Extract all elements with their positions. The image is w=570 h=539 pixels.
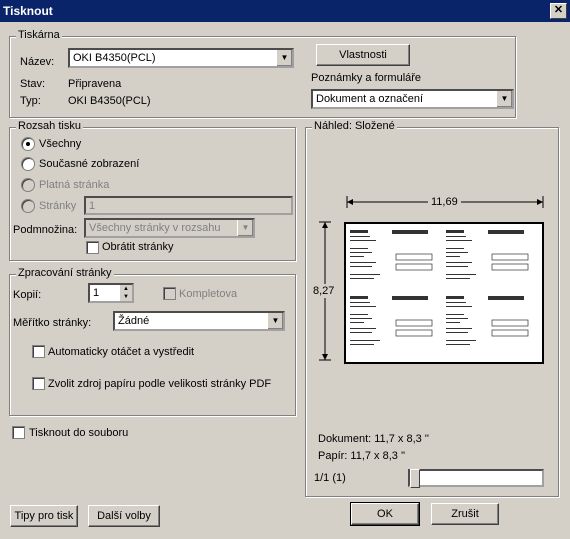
page-handling-legend: Zpracování stránky [16,267,114,279]
page-slider-track[interactable] [408,469,544,488]
page-slider-thumb[interactable] [410,469,420,488]
collate-label: Kompletova [179,288,238,300]
printer-name-select[interactable]: OKI B4350(PCL) ▼ [68,48,294,68]
scaling-select[interactable]: Žádné ▼ [113,311,285,331]
copies-input[interactable]: 1 ▲ ▼ [88,283,134,303]
printer-status-label: Stav: [20,78,46,90]
properties-button[interactable]: Vlastnosti [316,44,410,66]
title-bar: Tisknout ✕ [0,0,570,22]
notes-value: Dokument a označení [316,93,424,105]
subset-select: Všechny stránky v rozsahu ▼ [84,218,255,238]
radio-all-label[interactable]: Všechny [39,138,81,150]
spinner-down-icon[interactable]: ▼ [120,293,132,301]
radio-current-view-label[interactable]: Současné zobrazení [39,158,139,170]
scaling-label: Měřítko stránky: [13,317,92,329]
page-handling-group: Zpracování stránky [9,267,296,416]
more-options-button[interactable]: Další volby [88,505,160,527]
reverse-pages-label[interactable]: Obrátit stránky [102,241,174,253]
preview-legend: Náhled: Složené [312,120,397,132]
radio-all[interactable] [21,137,35,151]
auto-rotate-label[interactable]: Automaticky otáčet a vystředit [48,346,194,358]
subset-value: Všechny stránky v rozsahu [89,222,221,234]
notes-select[interactable]: Dokument a označení ▼ [311,89,514,109]
cancel-button[interactable]: Zrušit [431,503,499,525]
printer-name-label: Název: [20,56,55,68]
copies-value: 1 [93,287,100,299]
scaling-value: Žádné [118,315,150,327]
printer-name-value: OKI B4350(PCL) [73,52,156,64]
collate-checkbox [163,287,176,300]
spinner-up-icon[interactable]: ▲ [120,285,132,293]
page-counter: 1/1 (1) [314,472,346,484]
radio-current-page-label: Platná stránka [39,179,110,191]
chevron-down-icon: ▼ [237,220,253,236]
chevron-down-icon: ▼ [276,50,292,66]
auto-rotate-checkbox[interactable] [32,345,45,358]
radio-pages-label: Stránky [39,200,77,212]
radio-current-page [21,178,35,192]
copies-label: Kopií: [13,289,42,301]
chevron-down-icon: ▼ [267,313,283,329]
window-title: Tisknout [3,4,53,18]
radio-selected-dot [26,142,30,146]
radio-pages [21,199,35,213]
preview-page-content [350,230,529,345]
print-to-file-label[interactable]: Tisknout do souboru [29,427,128,439]
reverse-pages-checkbox[interactable] [86,241,99,254]
subset-label: Podmnožina: [13,224,78,236]
ok-button[interactable]: OK [350,502,420,526]
preview-height-label: 8,27 [313,284,335,298]
printer-legend: Tiskárna [16,29,62,41]
notes-label: Poznámky a formuláře [311,72,422,84]
pages-input-value: 1 [89,200,96,212]
printer-type-label: Typ: [20,95,41,107]
document-size: Dokument: 11,7 x 8,3 '' [318,433,429,445]
close-icon[interactable]: ✕ [550,3,567,19]
chevron-down-icon: ▼ [496,91,512,107]
preview-page [344,222,544,364]
preview-width-label: 11,69 [428,196,461,208]
printer-type-value: OKI B4350(PCL) [68,95,151,107]
print-tips-button[interactable]: Tipy pro tisk [10,505,78,527]
radio-current-view[interactable] [21,157,35,171]
pdf-source-checkbox[interactable] [32,377,45,390]
print-to-file-checkbox[interactable] [12,426,25,439]
pdf-source-label[interactable]: Zvolit zdroj papíru podle velikosti strá… [48,378,271,390]
printer-status-value: Připravena [68,78,122,90]
paper-size: Papír: 11,7 x 8,3 '' [318,450,406,462]
pages-input: 1 [84,196,293,215]
print-range-legend: Rozsah tisku [16,120,83,132]
